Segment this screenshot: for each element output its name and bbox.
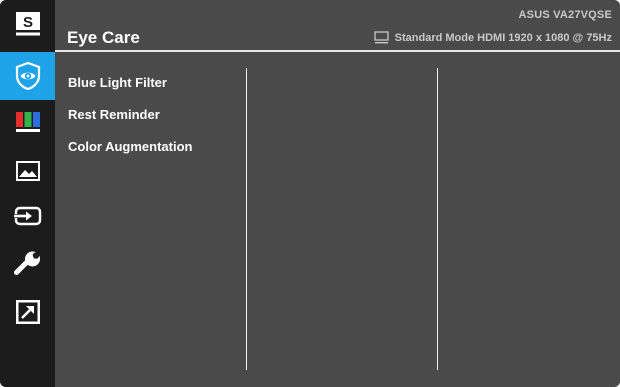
sidebar-item-system-setup[interactable]	[0, 240, 55, 288]
osd-menu: S Eye Care ASUS VA27VQSE Standard Mode H…	[0, 0, 620, 387]
color-bars-icon	[15, 112, 40, 132]
sidebar: S	[0, 0, 55, 387]
main-panel: Eye Care ASUS VA27VQSE Standard Mode HDM…	[55, 0, 620, 387]
eye-care-options: Blue Light Filter Rest Reminder Color Au…	[68, 75, 192, 171]
monitor-icon	[373, 31, 389, 44]
model-name: ASUS VA27VQSE	[518, 9, 612, 21]
menu-item-blue-light-filter[interactable]: Blue Light Filter	[68, 75, 192, 107]
page-title: Eye Care	[67, 28, 140, 47]
sidebar-item-color[interactable]	[0, 98, 55, 146]
image-icon	[15, 161, 40, 181]
menu-item-color-augmentation[interactable]: Color Augmentation	[68, 139, 192, 171]
splendid-icon: S	[15, 12, 40, 36]
splendid-icon-label: S	[22, 14, 32, 31]
shortcut-arrow-icon	[15, 300, 40, 324]
menu-item-rest-reminder[interactable]: Rest Reminder	[68, 107, 192, 139]
sidebar-item-shortcut[interactable]	[0, 288, 55, 336]
input-select-icon	[13, 206, 41, 226]
header-divider	[55, 50, 620, 52]
sidebar-item-input-select[interactable]	[0, 192, 55, 240]
status-bar: Standard Mode HDMI 1920 x 1080 @ 75Hz	[373, 31, 612, 44]
sidebar-item-image[interactable]	[0, 147, 55, 195]
column-divider-1	[246, 68, 247, 370]
sidebar-item-eye-care[interactable]	[0, 52, 55, 100]
sidebar-item-splendid[interactable]: S	[0, 0, 55, 48]
status-text: Standard Mode HDMI 1920 x 1080 @ 75Hz	[394, 31, 612, 44]
wrench-icon	[13, 251, 42, 275]
eye-care-icon	[15, 61, 40, 91]
column-divider-2	[437, 68, 438, 370]
